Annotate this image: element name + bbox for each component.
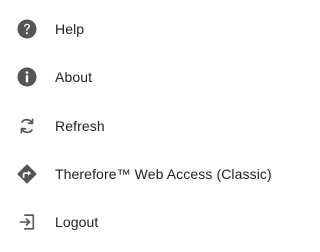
menu-item-label: Help	[55, 21, 85, 37]
menu-item-label: About	[55, 69, 93, 85]
menu-item-help[interactable]: Help	[0, 9, 274, 49]
menu-item-logout[interactable]: Logout	[0, 202, 274, 242]
refresh-icon	[17, 116, 37, 136]
logout-icon	[17, 212, 37, 232]
menu-item-label: Therefore™ Web Access (Classic)	[55, 166, 272, 182]
info-icon	[17, 67, 37, 87]
menu-item-label: Logout	[55, 214, 99, 230]
menu-item-refresh[interactable]: Refresh	[0, 106, 274, 146]
web-access-icon	[17, 164, 37, 184]
menu-item-web-access-classic[interactable]: Therefore™ Web Access (Classic)	[0, 154, 274, 194]
menu-item-label: Refresh	[55, 118, 105, 134]
user-menu: Help About Refresh Therefore™ Web Access…	[0, 0, 274, 252]
help-icon	[17, 19, 37, 39]
menu-item-about[interactable]: About	[0, 57, 274, 97]
